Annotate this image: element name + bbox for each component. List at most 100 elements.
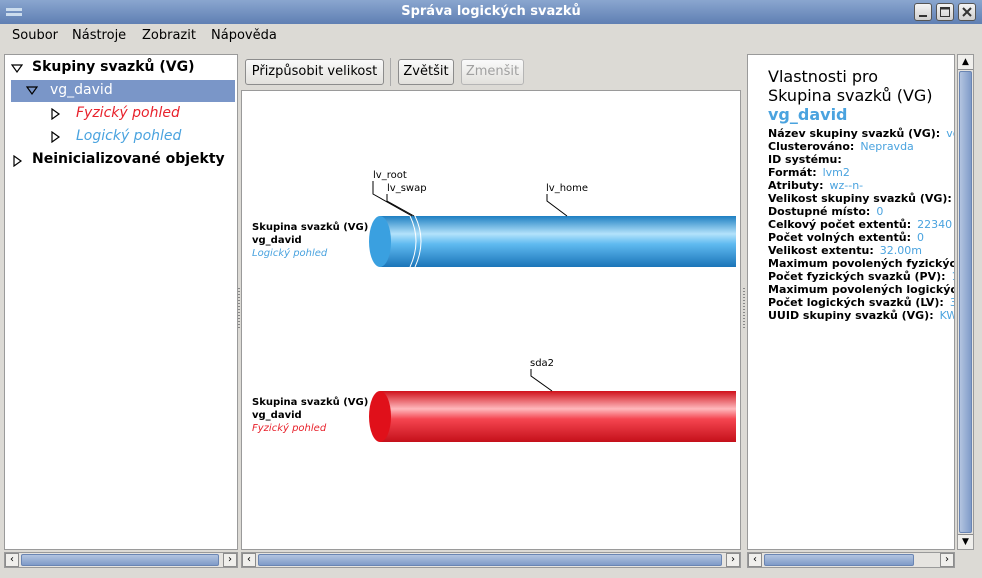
property-row: Atributy: wz--n- (768, 179, 863, 192)
lv-home-leader (546, 194, 568, 217)
property-key: Velikost extentu: (768, 244, 874, 257)
menu-bar: Soubor Nástroje Zobrazit Nápověda (0, 24, 982, 48)
property-value: Nepravda (860, 140, 914, 153)
property-key: Atributy: (768, 179, 824, 192)
graphics-canvas[interactable]: lv_root lv_swap lv_home sda2 Skupina sva… (241, 90, 741, 550)
tree-item-uninitialized[interactable]: Neinicializované objekty (5, 150, 235, 172)
property-key: Velikost skupiny svazků (VG): (768, 192, 952, 205)
menu-zobrazit[interactable]: Zobrazit (142, 28, 196, 43)
property-row: Dostupné místo: 0 (768, 205, 883, 218)
volume-diagram (369, 181, 736, 442)
logical-volume-cylinder[interactable] (369, 215, 736, 268)
tree-item-physical-view[interactable]: Fyzický pohled (5, 103, 235, 125)
close-button[interactable] (958, 3, 976, 21)
collapsed-arrow-icon[interactable] (12, 155, 24, 167)
canvas-horizontal-scrollbar[interactable]: ‹ › (241, 552, 741, 568)
properties-vertical-scrollbar[interactable]: ▲ ▼ (957, 54, 974, 550)
expanded-arrow-icon[interactable] (11, 63, 23, 75)
property-key: UUID skupiny svazků (VG): (768, 309, 934, 322)
scroll-thumb[interactable] (258, 554, 722, 566)
zoom-in-button[interactable]: Zvětšit (398, 59, 454, 85)
minimize-icon (919, 15, 927, 17)
scroll-right-arrow-icon[interactable]: › (223, 553, 237, 567)
caption-line: Logický pohled (252, 248, 328, 259)
title-bar: Správa logických svazků (0, 0, 982, 25)
property-value: 3 (950, 296, 954, 309)
tree-panel[interactable]: Skupiny svazků (VG) vg_david Fyzický poh… (4, 54, 238, 550)
tree-horizontal-scrollbar[interactable]: ‹ › (4, 552, 238, 568)
property-row: Název skupiny svazků (VG): vg (768, 127, 954, 140)
scroll-left-arrow-icon[interactable]: ‹ (5, 553, 19, 567)
menu-napoveda[interactable]: Nápověda (211, 28, 277, 43)
property-value: lvm2 (822, 166, 850, 179)
property-row: Maximum povolených logických (768, 283, 955, 296)
property-key: Maximum povolených logických (768, 283, 955, 296)
caption-line: Skupina svazků (VG) (252, 222, 369, 233)
property-value: KW (939, 309, 954, 322)
scroll-down-arrow-icon[interactable]: ▼ (958, 534, 973, 549)
pane-splitter-right[interactable] (743, 288, 745, 328)
scroll-thumb[interactable] (959, 71, 972, 533)
fit-size-button[interactable]: Přizpůsobit velikost (245, 59, 384, 85)
expanded-arrow-icon[interactable] (26, 85, 38, 97)
scroll-left-arrow-icon[interactable]: ‹ (748, 553, 762, 567)
property-key: Maximum povolených fyzických (768, 257, 955, 270)
property-row: Velikost extentu: 32.00m (768, 244, 922, 257)
menu-soubor[interactable]: Soubor (12, 28, 58, 43)
tree-label: Fyzický pohled (76, 105, 180, 121)
maximize-icon (940, 7, 950, 17)
caption-line: vg_david (252, 410, 302, 421)
scroll-left-arrow-icon[interactable]: ‹ (242, 553, 256, 567)
property-row: Maximum povolených fyzických (768, 257, 955, 270)
properties-object-name: vg_david (768, 105, 848, 124)
property-value: wz--n- (829, 179, 864, 192)
property-key: Formát: (768, 166, 817, 179)
physical-vg-caption: Skupina svazků (VG) vg_david Fyzický poh… (252, 396, 368, 435)
maximize-button[interactable] (936, 3, 954, 21)
lv-swap-label: lv_swap (387, 183, 427, 194)
properties-horizontal-scrollbar[interactable]: ‹ › (747, 552, 955, 568)
pane-splitter-left[interactable] (238, 288, 240, 328)
heading-line: Skupina svazků (VG) (768, 86, 933, 105)
property-value: 0 (916, 231, 924, 244)
tree-item-vg-david[interactable]: vg_david (11, 80, 235, 102)
physical-volume-cylinder[interactable] (369, 391, 736, 442)
tree-item-logical-view[interactable]: Logický pohled (5, 126, 235, 148)
menu-nastroje[interactable]: Nástroje (72, 28, 126, 43)
collapsed-arrow-icon[interactable] (50, 108, 62, 120)
tree-item-volume-groups[interactable]: Skupiny svazků (VG) (5, 58, 235, 80)
property-key: Počet fyzických svazků (PV): (768, 270, 946, 283)
property-value: 32.00m (879, 244, 922, 257)
tree-label: Skupiny svazků (VG) (32, 59, 195, 75)
property-row: ID systému: (768, 153, 848, 166)
property-key: ID systému: (768, 153, 842, 166)
properties-panel: Vlastnosti pro Skupina svazků (VG) vg_da… (747, 54, 955, 550)
caption-line: Skupina svazků (VG) (252, 397, 369, 408)
scroll-right-arrow-icon[interactable]: › (726, 553, 740, 567)
tree-label: vg_david (50, 82, 113, 98)
property-key: Celkový počet extentů: (768, 218, 912, 231)
property-key: Počet volných extentů: (768, 231, 911, 244)
minimize-button[interactable] (914, 3, 932, 21)
collapsed-arrow-icon[interactable] (50, 131, 62, 143)
lv-home-label: lv_home (546, 183, 589, 194)
window-title: Správa logických svazků (401, 4, 581, 19)
property-key: Clusterováno: (768, 140, 855, 153)
tree-label: Neinicializované objekty (32, 151, 225, 167)
property-row: Počet volných extentů: 0 (768, 231, 924, 244)
zoom-out-button: Zmenšit (461, 59, 524, 85)
property-key: Počet logických svazků (LV): (768, 296, 944, 309)
scroll-thumb[interactable] (21, 554, 219, 566)
scroll-thumb[interactable] (764, 554, 914, 566)
property-row: Počet fyzických svazků (PV): 1 (768, 270, 954, 283)
property-key: Dostupné místo: (768, 205, 871, 218)
lv-root-label: lv_root (373, 170, 407, 181)
logical-vg-caption: Skupina svazků (VG) vg_david Logický poh… (252, 221, 368, 260)
tree-label: Logický pohled (76, 128, 182, 144)
property-value: 1 (952, 270, 954, 283)
property-row: Formát: lvm2 (768, 166, 850, 179)
sda2-leader (530, 369, 553, 392)
scroll-up-arrow-icon[interactable]: ▲ (958, 55, 973, 70)
scroll-right-arrow-icon[interactable]: › (940, 553, 954, 567)
property-row: Velikost skupiny svazků (VG): (768, 192, 954, 205)
